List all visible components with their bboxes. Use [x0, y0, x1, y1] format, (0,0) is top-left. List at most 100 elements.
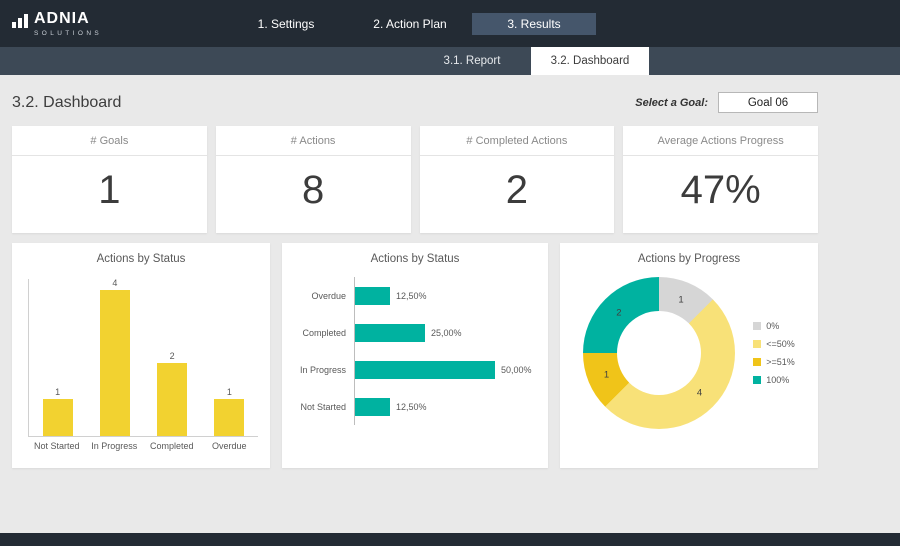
kpi-value: 8	[216, 168, 411, 213]
bottom-bar	[0, 533, 900, 546]
legend-item[interactable]: >=51%	[753, 357, 795, 367]
bar-value-label: 1	[227, 387, 232, 397]
kpi-label: Average Actions Progress	[623, 126, 818, 156]
y-axis-label: Overdue	[290, 291, 354, 301]
legend-swatch-icon	[753, 376, 761, 384]
chart-legend: 0% <=50% >=51% 100%	[753, 321, 795, 385]
donut-chart: 1 4 1 2	[583, 277, 735, 429]
bar[interactable]	[355, 324, 425, 342]
kpi-label: # Goals	[12, 126, 207, 156]
kpi-card-goals: # Goals 1	[12, 126, 207, 233]
tab-report[interactable]: 3.1. Report	[413, 47, 531, 75]
x-axis-label: Completed	[146, 441, 198, 451]
brand-text: ADNIA SOLUTIONS	[34, 11, 102, 37]
bar[interactable]	[214, 399, 244, 436]
bar-row: Overdue 12,50%	[290, 277, 538, 314]
legend-label: 100%	[766, 375, 789, 385]
legend-item[interactable]: <=50%	[753, 339, 795, 349]
slice-value-label: 1	[678, 295, 683, 306]
main-nav: 1. Settings 2. Action Plan 3. Results	[224, 0, 596, 47]
bar[interactable]	[157, 363, 187, 436]
bar-value-label: 2	[170, 351, 175, 361]
kpi-label: # Completed Actions	[420, 126, 615, 156]
dashboard-main: 3.2. Dashboard Select a Goal: Goal 06 # …	[0, 75, 900, 468]
sub-nav-tabs: 3.1. Report 3.2. Dashboard	[413, 47, 649, 75]
bar-value-label: 4	[112, 278, 117, 288]
kpi-row: # Goals 1 # Actions 8 # Completed Action…	[12, 126, 818, 233]
app-root: ADNIA SOLUTIONS 1. Settings 2. Action Pl…	[0, 0, 900, 468]
bar-zone: 12,50%	[354, 277, 538, 314]
slice-value-label: 4	[697, 388, 702, 399]
tab-action-plan[interactable]: 2. Action Plan	[348, 13, 472, 35]
column-chart-plot: 1 4 2 1	[28, 279, 258, 437]
bar-column: 1	[214, 387, 244, 436]
chart-title: Actions by Status	[282, 253, 548, 265]
goal-select-group: Select a Goal: Goal 06	[635, 92, 818, 113]
legend-item[interactable]: 0%	[753, 321, 795, 331]
y-axis-label: Completed	[290, 328, 354, 338]
bar-value-label: 1	[55, 387, 60, 397]
slice-value-label: 1	[604, 369, 609, 380]
bar-zone: 25,00%	[354, 314, 538, 351]
kpi-card-actions: # Actions 8	[216, 126, 411, 233]
y-axis-label: Not Started	[290, 402, 354, 412]
chart-title: Actions by Status	[12, 253, 270, 265]
bar-chart-logo-icon	[12, 14, 28, 28]
bar-row: Completed 25,00%	[290, 314, 538, 351]
bar-row: In Progress 50,00%	[290, 351, 538, 388]
legend-swatch-icon	[753, 340, 761, 348]
x-axis-label: Not Started	[31, 441, 83, 451]
legend-item[interactable]: 100%	[753, 375, 795, 385]
kpi-value: 2	[420, 168, 615, 213]
bar-value-label: 12,50%	[396, 291, 427, 301]
legend-label: 0%	[766, 321, 779, 331]
kpi-value: 47%	[623, 168, 818, 213]
brand-subtitle: SOLUTIONS	[34, 30, 102, 37]
tab-dashboard[interactable]: 3.2. Dashboard	[531, 47, 649, 75]
bar-value-label: 50,00%	[501, 365, 532, 375]
slice-value-label: 2	[616, 307, 621, 318]
bar-chart-plot: Overdue 12,50% Completed 25,00% In Progress 5…	[290, 277, 538, 425]
sub-nav: 3.1. Report 3.2. Dashboard	[0, 47, 900, 75]
bar[interactable]	[43, 399, 73, 436]
legend-label: >=51%	[766, 357, 795, 367]
bar[interactable]	[355, 287, 390, 305]
bar[interactable]	[355, 361, 495, 379]
donut-chart-area: 1 4 1 2 0% <=50% >=51% 100%	[560, 277, 818, 429]
y-axis-label: In Progress	[290, 365, 354, 375]
donut-hole	[617, 311, 701, 395]
page-head: 3.2. Dashboard Select a Goal: Goal 06	[12, 75, 818, 126]
top-header: ADNIA SOLUTIONS 1. Settings 2. Action Pl…	[0, 0, 900, 47]
chart-actions-by-status-bar: Actions by Status Overdue 12,50% Completed…	[282, 243, 548, 468]
legend-swatch-icon	[753, 358, 761, 366]
goal-select-input[interactable]: Goal 06	[718, 92, 818, 113]
charts-row: Actions by Status 1 4 2 1 Not Started In Pro…	[12, 243, 818, 468]
chart-actions-by-progress-donut: Actions by Progress 1 4 1 2 0% <=50% >=51% 100…	[560, 243, 818, 468]
goal-select-label: Select a Goal:	[635, 97, 708, 109]
bar[interactable]	[355, 398, 390, 416]
bar-column: 2	[157, 351, 187, 436]
kpi-label: # Actions	[216, 126, 411, 156]
bar-column: 4	[100, 278, 130, 436]
bar-column: 1	[43, 387, 73, 436]
legend-label: <=50%	[766, 339, 795, 349]
kpi-card-completed-actions: # Completed Actions 2	[420, 126, 615, 233]
tab-settings[interactable]: 1. Settings	[224, 13, 348, 35]
bar-zone: 50,00%	[354, 351, 538, 388]
bar[interactable]	[100, 290, 130, 436]
bar-row: Not Started 12,50%	[290, 388, 538, 425]
bar-zone: 12,50%	[354, 388, 538, 425]
bar-value-label: 12,50%	[396, 402, 427, 412]
brand-name: ADNIA	[34, 11, 102, 27]
chart-title: Actions by Progress	[560, 253, 818, 265]
column-chart-axis: Not Started In Progress Completed Overdue	[28, 441, 258, 451]
chart-actions-by-status-column: Actions by Status 1 4 2 1 Not Started In Pro…	[12, 243, 270, 468]
kpi-card-average-progress: Average Actions Progress 47%	[623, 126, 818, 233]
bar-value-label: 25,00%	[431, 328, 462, 338]
x-axis-label: In Progress	[88, 441, 140, 451]
x-axis-label: Overdue	[203, 441, 255, 451]
kpi-value: 1	[12, 168, 207, 213]
brand-logo: ADNIA SOLUTIONS	[12, 11, 102, 37]
page-title: 3.2. Dashboard	[12, 94, 121, 112]
tab-results[interactable]: 3. Results	[472, 13, 596, 35]
